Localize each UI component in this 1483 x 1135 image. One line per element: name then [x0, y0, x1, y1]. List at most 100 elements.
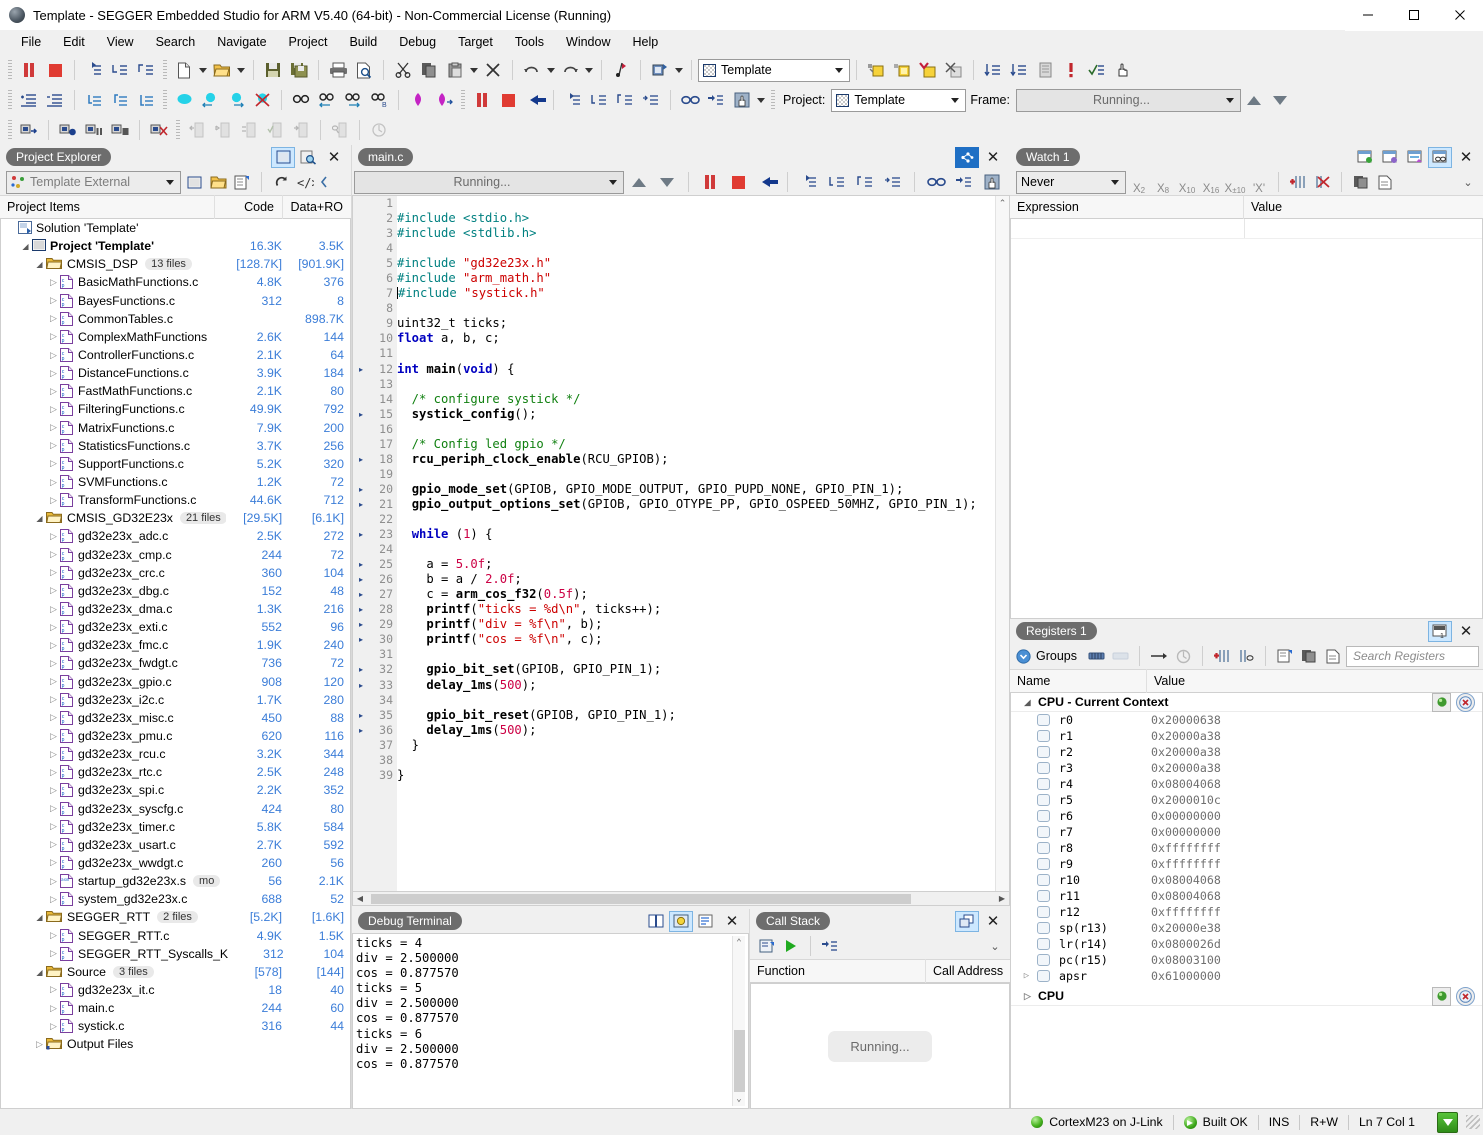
tree-expander-collapsed-icon[interactable]: [47, 622, 60, 633]
gutter-cell[interactable]: [353, 196, 369, 211]
group-expander-icon[interactable]: [1021, 991, 1034, 1002]
toggle-comment-button[interactable]: [133, 87, 159, 113]
project-tree[interactable]: Solution 'Template' Project 'Template' 16.…: [0, 219, 351, 1109]
executable-line-marker[interactable]: ▸: [353, 708, 369, 723]
task-list-button[interactable]: [1084, 57, 1110, 83]
tree-expander-collapsed-icon[interactable]: [47, 477, 60, 488]
editor-up-button[interactable]: [626, 169, 652, 195]
group-refresh-button[interactable]: [1432, 693, 1451, 712]
bookmark-next-button[interactable]: [431, 87, 457, 113]
gutter-cell[interactable]: [353, 467, 369, 482]
toolbar-grip[interactable]: [163, 90, 167, 110]
executable-line-marker[interactable]: ▸: [353, 662, 369, 677]
tree-item[interactable]: CMSIS_GD32E23x 21 files [29.5K] [6.1K]: [1, 509, 350, 527]
registers-tab[interactable]: Registers 1: [1016, 622, 1097, 640]
show-output-button[interactable]: [1032, 57, 1058, 83]
delete-button[interactable]: [480, 57, 506, 83]
editor-step-out-button[interactable]: [852, 169, 878, 195]
cs-overflow-chevron-icon[interactable]: ⌄: [984, 940, 1006, 953]
terminal-clear-button[interactable]: [694, 911, 718, 932]
tree-item[interactable]: cp gd32e23x_gpio.c 908 120: [1, 673, 350, 691]
tree-item[interactable]: cp gd32e23x_crc.c 360 104: [1, 564, 350, 582]
watch-inspect-button[interactable]: [1428, 146, 1452, 168]
tree-item[interactable]: cp gd32e23x_rtc.c 2.5K 248: [1, 763, 350, 781]
gutter-cell[interactable]: [353, 647, 369, 662]
register-checkbox[interactable]: [1037, 762, 1050, 774]
step-into-button[interactable]: [81, 57, 107, 83]
status-download-button[interactable]: [1437, 1111, 1458, 1133]
previous-breakpoint-button[interactable]: [197, 87, 223, 113]
gutter-cell[interactable]: [353, 738, 369, 753]
tree-expander-collapsed-icon[interactable]: [47, 567, 60, 578]
register-row[interactable]: r3 0x20000a38: [1011, 760, 1482, 776]
col-project-items[interactable]: Project Items: [0, 195, 215, 219]
gutter-cell[interactable]: [353, 271, 369, 286]
tree-item[interactable]: cp gd32e23x_misc.c 450 88: [1, 709, 350, 727]
register-group-cpu[interactable]: CPU: [1011, 986, 1482, 1006]
registers-search-input[interactable]: Search Registers: [1346, 645, 1479, 667]
find-previous-button[interactable]: [314, 87, 340, 113]
watch-radix-decimal-button[interactable]: X 10: [1176, 169, 1198, 195]
editor-down-button[interactable]: [654, 169, 680, 195]
gutter-cell[interactable]: [353, 316, 369, 331]
tree-item[interactable]: cp gd32e23x_usart.c 2.7K 592: [1, 836, 350, 854]
pe-more-button[interactable]: [318, 169, 330, 195]
register-value[interactable]: 0x20000a38: [1151, 745, 1221, 759]
paste-button[interactable]: [442, 57, 468, 83]
executable-line-marker[interactable]: ▸: [353, 723, 369, 738]
tree-expander-collapsed-icon[interactable]: [47, 731, 60, 742]
register-checkbox[interactable]: [1037, 746, 1050, 758]
terminal-close-button[interactable]: ✕: [719, 914, 745, 929]
executable-line-marker[interactable]: ▸: [353, 557, 369, 572]
target-connection-button[interactable]: [327, 117, 353, 143]
watch-add-button[interactable]: [1353, 147, 1377, 168]
executable-line-marker[interactable]: ▸: [353, 497, 369, 512]
save-all-button[interactable]: [286, 57, 312, 83]
register-value[interactable]: 0x08003100: [1151, 953, 1221, 967]
register-row[interactable]: lr(r14) 0x0800026d: [1011, 936, 1482, 952]
col-value[interactable]: Value: [1244, 195, 1483, 219]
register-row[interactable]: r6 0x00000000: [1011, 808, 1482, 824]
tree-item[interactable]: Output Files: [1, 1035, 350, 1053]
run-to-cursor-button[interactable]: [638, 87, 664, 113]
tree-expander-open-icon[interactable]: [33, 259, 46, 269]
register-checkbox[interactable]: [1037, 842, 1050, 854]
scroll-right-icon[interactable]: ▶: [995, 894, 1009, 903]
compare-file-button[interactable]: [262, 117, 288, 143]
minimize-button[interactable]: [1345, 0, 1391, 31]
register-value[interactable]: 0x0800026d: [1151, 937, 1221, 951]
chevron-down-icon[interactable]: [1107, 180, 1123, 185]
menu-tools[interactable]: Tools: [504, 33, 555, 51]
register-value[interactable]: 0x2000010c: [1151, 793, 1221, 807]
tree-item[interactable]: cp TransformFunctions.c 44.6K 712: [1, 491, 350, 509]
editor-tab-main-c[interactable]: main.c: [358, 148, 414, 166]
col-call-address[interactable]: Call Address: [926, 959, 1010, 983]
toolbar-grip[interactable]: [176, 120, 180, 140]
tree-expander-collapsed-icon[interactable]: [47, 277, 60, 288]
tree-expander-open-icon[interactable]: [33, 513, 46, 523]
gutter-cell[interactable]: [353, 286, 369, 301]
register-row[interactable]: r5 0x2000010c: [1011, 792, 1482, 808]
tree-item[interactable]: Project 'Template' 16.3K 3.5K: [1, 237, 350, 255]
gutter-cell[interactable]: [353, 211, 369, 226]
next-breakpoint-button[interactable]: [223, 87, 249, 113]
pe-refresh-button[interactable]: [270, 169, 292, 195]
registers-copy-button[interactable]: [1298, 643, 1320, 669]
gutter-cell[interactable]: [353, 256, 369, 271]
undo-button[interactable]: [519, 57, 545, 83]
register-checkbox[interactable]: [1037, 858, 1050, 870]
copy-button[interactable]: [416, 57, 442, 83]
terminal-settings-button[interactable]: [669, 910, 693, 932]
register-checkbox[interactable]: [1037, 730, 1050, 742]
menu-edit[interactable]: Edit: [52, 33, 96, 51]
tree-item[interactable]: cp BayesFunctions.c 312 8: [1, 292, 350, 310]
refresh-target-button[interactable]: [366, 117, 392, 143]
editor-set-next-statement-button[interactable]: [951, 169, 977, 195]
breakpoint-gutter[interactable]: ▸ ▸ ▸ ▸ ▸ ▸ ▸ ▸ ▸ ▸ ▸ ▸ ▸ ▸ ▸ ▸: [353, 196, 369, 891]
gutter-cell[interactable]: [353, 346, 369, 361]
tree-item[interactable]: cp gd32e23x_it.c 18 40: [1, 981, 350, 999]
gutter-cell[interactable]: [353, 377, 369, 392]
tree-expander-collapsed-icon[interactable]: [47, 422, 60, 433]
frame-combo[interactable]: Running...: [1015, 88, 1241, 112]
registers-export-button[interactable]: [1322, 643, 1344, 669]
